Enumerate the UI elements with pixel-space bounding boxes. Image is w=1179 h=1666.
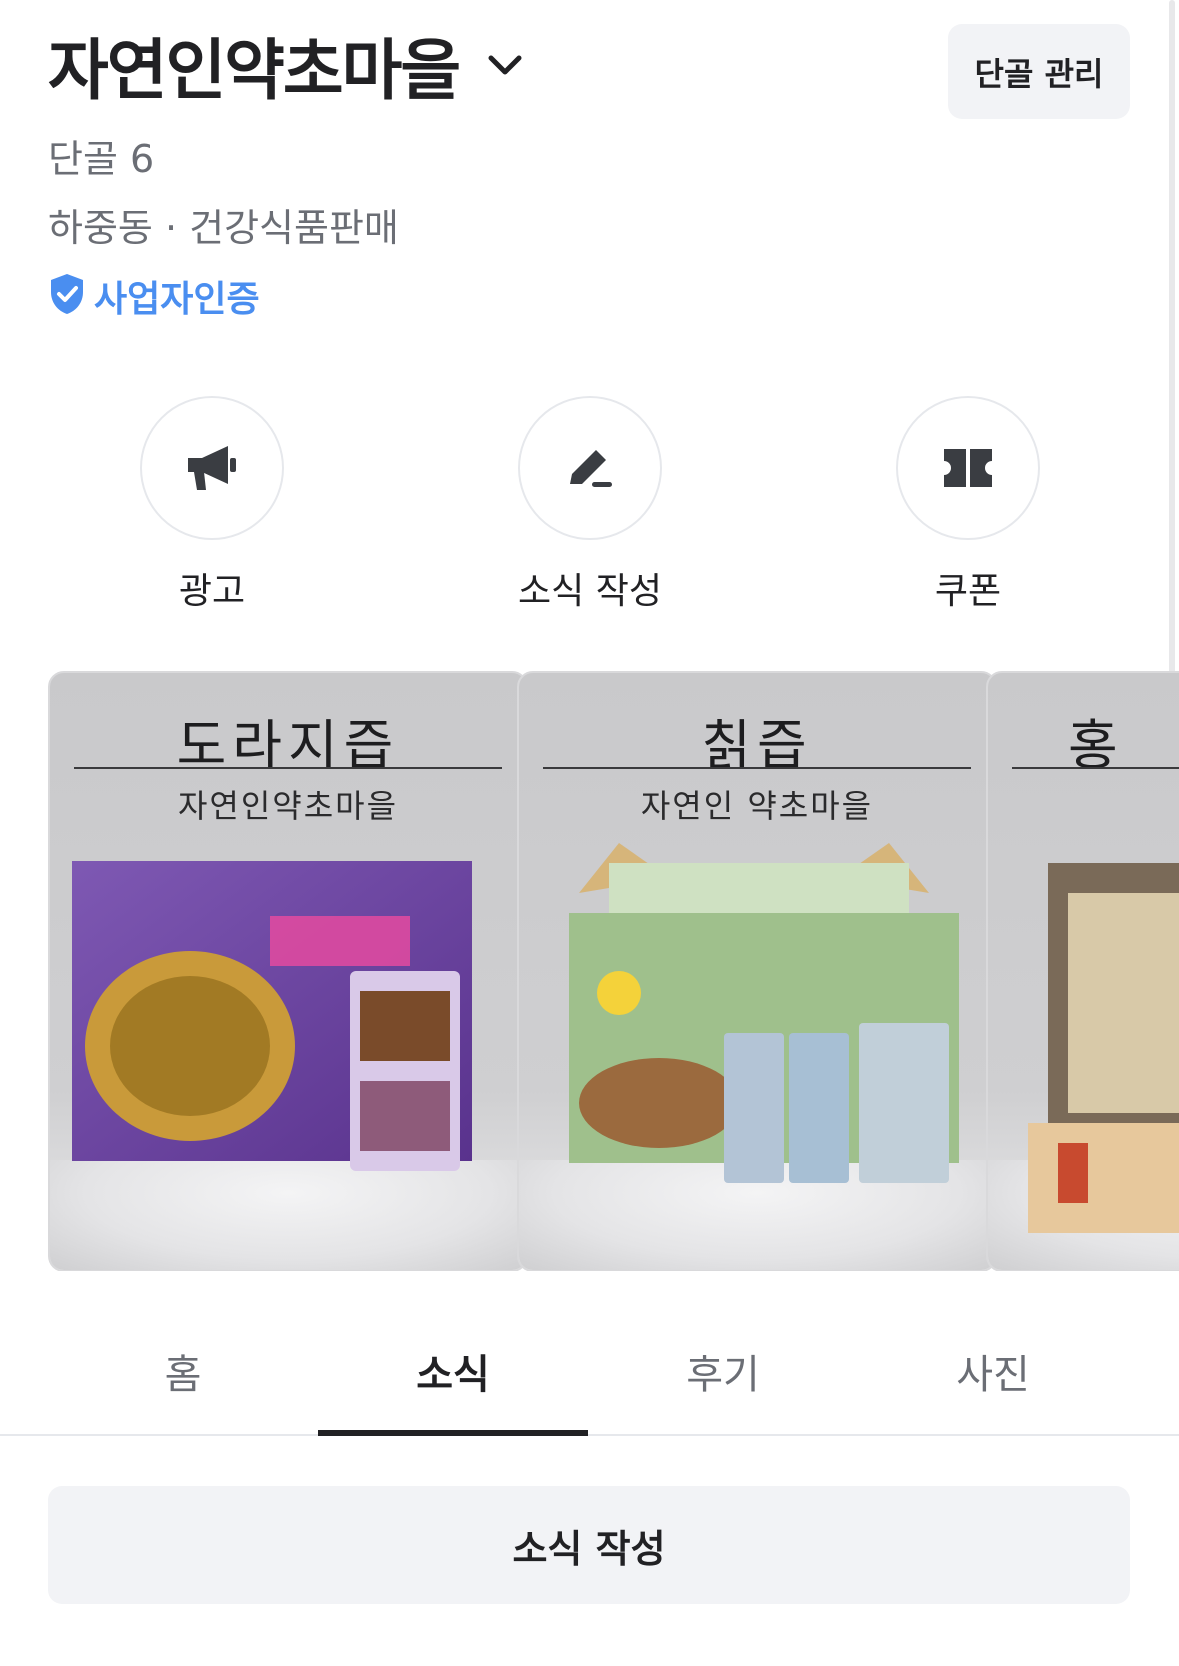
shield-check-icon	[48, 272, 86, 320]
write-news-action[interactable]: 소식 작성	[505, 396, 675, 614]
gallery-card-hong[interactable]: 홍	[986, 671, 1179, 1271]
chevron-down-icon[interactable]	[485, 45, 525, 85]
hong-product-image	[1028, 863, 1179, 1233]
store-name: 자연인약초마을	[48, 32, 461, 109]
business-verified-badge[interactable]: 사업자인증	[48, 270, 260, 322]
tab-news[interactable]: 소식	[318, 1330, 588, 1434]
coupon-label: 쿠폰	[934, 571, 1002, 612]
tab-reviews[interactable]: 후기	[588, 1330, 858, 1434]
tab-photos[interactable]: 사진	[858, 1330, 1128, 1434]
quick-actions: 광고 소식 작성 쿠폰	[0, 396, 1179, 616]
card-divider	[543, 767, 971, 769]
coupon-action[interactable]: 쿠폰	[883, 396, 1053, 614]
card-divider	[74, 767, 502, 769]
regulars-count: 단골 6	[48, 137, 155, 181]
doraji-product-image	[72, 861, 472, 1171]
store-tabs: 홈 소식 후기 사진	[0, 1330, 1179, 1436]
active-tab-indicator	[318, 1430, 588, 1436]
chik-product-image	[569, 843, 959, 1183]
megaphone-icon[interactable]	[140, 396, 284, 540]
pencil-icon[interactable]	[518, 396, 662, 540]
card-subtitle: 자연인 약초마을	[640, 787, 874, 825]
manage-regulars-button[interactable]: 단골 관리	[948, 24, 1130, 119]
ad-action[interactable]: 광고	[127, 396, 297, 614]
write-news-button[interactable]: 소식 작성	[48, 1486, 1130, 1604]
write-news-label: 소식 작성	[518, 571, 662, 612]
gallery-card-chik[interactable]: 칡즙 자연인 약초마을	[517, 671, 997, 1271]
card-divider	[1012, 767, 1179, 769]
product-gallery[interactable]: 도라지즙 자연인약초마을 칡즙 자연인 약초마을 홍	[48, 671, 1179, 1271]
coupon-icon[interactable]	[896, 396, 1040, 540]
card-subtitle: 자연인약초마을	[177, 787, 399, 825]
tab-home[interactable]: 홈	[48, 1330, 318, 1434]
gallery-card-doraji[interactable]: 도라지즙 자연인약초마을	[48, 671, 528, 1271]
verified-label: 사업자인증	[94, 279, 260, 320]
store-location-category: 하중동 · 건강식품판매	[48, 206, 399, 250]
ad-action-label: 광고	[178, 571, 246, 612]
